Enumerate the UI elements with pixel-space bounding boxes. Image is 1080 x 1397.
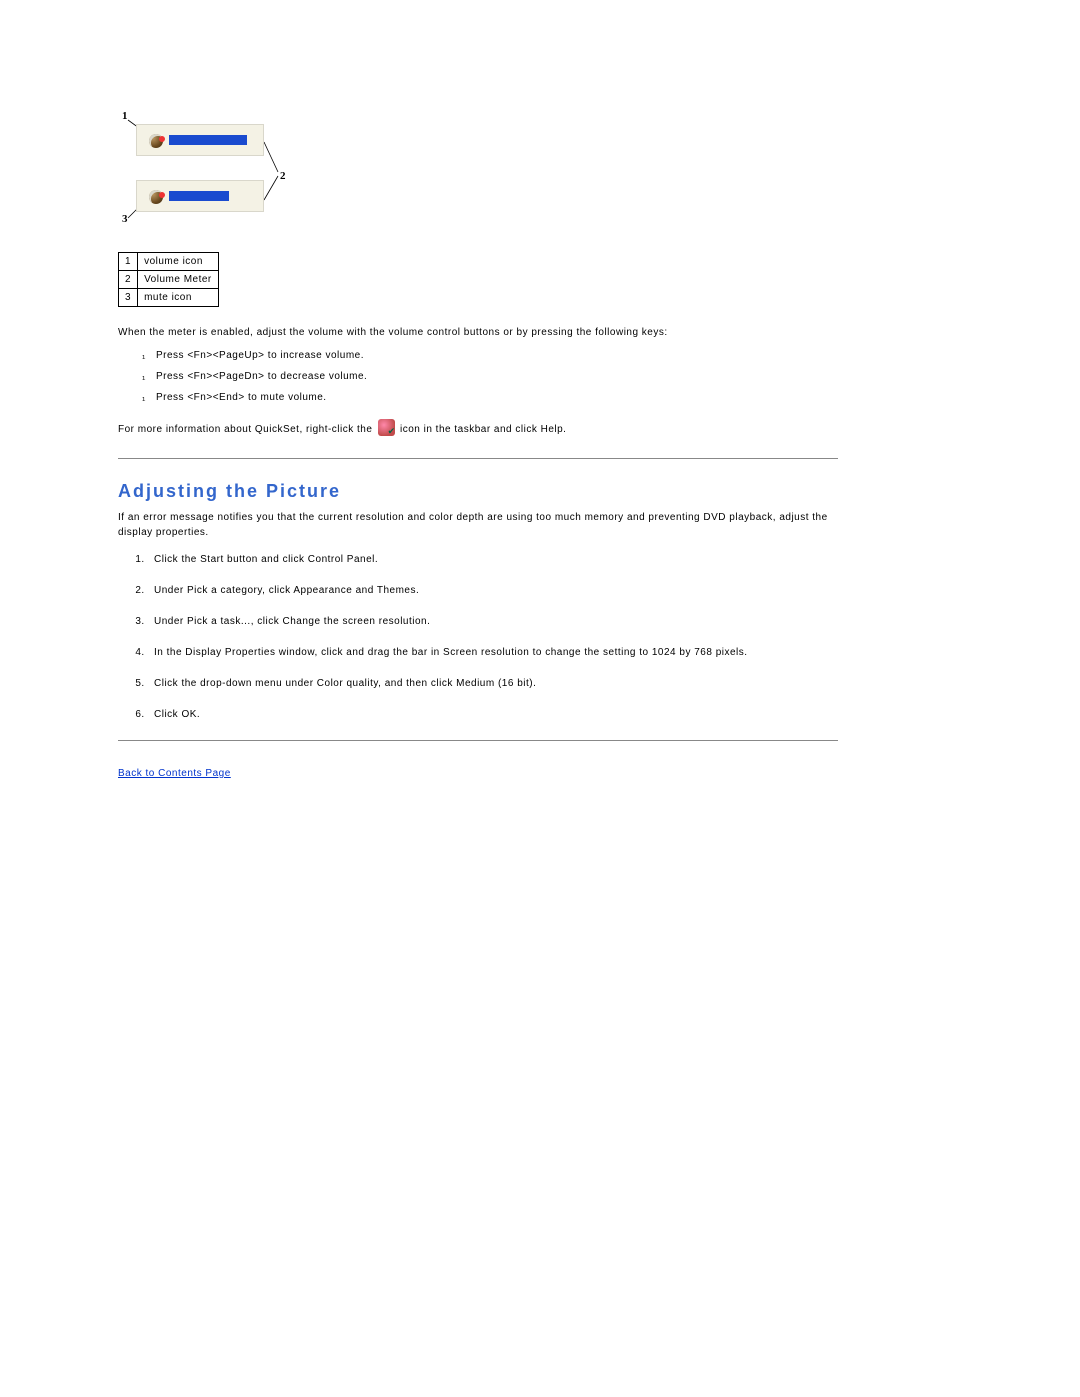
legend-table: 1 volume icon 2 Volume Meter 3 mute icon (118, 252, 219, 307)
legend-num: 3 (119, 289, 138, 307)
list-item: Click OK. (148, 709, 838, 720)
divider (118, 458, 838, 459)
legend-text: Volume Meter (138, 271, 219, 289)
volume-meter-bottom (136, 180, 264, 212)
table-row: 1 volume icon (119, 253, 219, 271)
back-to-contents-link[interactable]: Back to Contents Page (118, 768, 231, 779)
list-item: In the Display Properties window, click … (148, 647, 838, 658)
callout-2: 2 (280, 170, 302, 182)
section-heading: Adjusting the Picture (118, 481, 838, 502)
steps-list: Click the Start button and click Control… (136, 554, 838, 720)
callout-1: 1 (122, 110, 128, 122)
list-item: Click the Start button and click Control… (148, 554, 838, 565)
volume-bar-bottom (169, 191, 229, 201)
list-item: Press <Fn><End> to mute volume. (146, 392, 838, 403)
divider (118, 740, 838, 741)
volume-meter-diagram: 1 2 3 (118, 110, 408, 240)
legend-num: 2 (119, 271, 138, 289)
legend-num: 1 (119, 253, 138, 271)
table-row: 2 Volume Meter (119, 271, 219, 289)
list-item: Under Pick a category, click Appearance … (148, 585, 838, 596)
list-item: Under Pick a task..., click Change the s… (148, 616, 838, 627)
quickset-after: icon in the taskbar and click Help. (400, 424, 566, 435)
list-item: Press <Fn><PageDn> to decrease volume. (146, 371, 838, 382)
volume-icon (149, 134, 163, 148)
mute-icon (149, 190, 163, 204)
quickset-icon (378, 419, 395, 436)
key-list: Press <Fn><PageUp> to increase volume. P… (146, 350, 838, 403)
quickset-text: For more information about QuickSet, rig… (118, 421, 838, 438)
legend-text: volume icon (138, 253, 219, 271)
document-page: 1 2 3 1 volume icon 2 Volume Meter 3 mut… (0, 0, 898, 781)
list-item: Click the drop-down menu under Color qua… (148, 678, 838, 689)
list-item: Press <Fn><PageUp> to increase volume. (146, 350, 838, 361)
legend-text: mute icon (138, 289, 219, 307)
callout-3: 3 (122, 213, 128, 225)
quickset-before: For more information about QuickSet, rig… (118, 424, 372, 435)
table-row: 3 mute icon (119, 289, 219, 307)
volume-meter-top (136, 124, 264, 156)
volume-bar-top (169, 135, 247, 145)
picture-intro: If an error message notifies you that th… (118, 510, 838, 540)
intro-text: When the meter is enabled, adjust the vo… (118, 325, 838, 340)
